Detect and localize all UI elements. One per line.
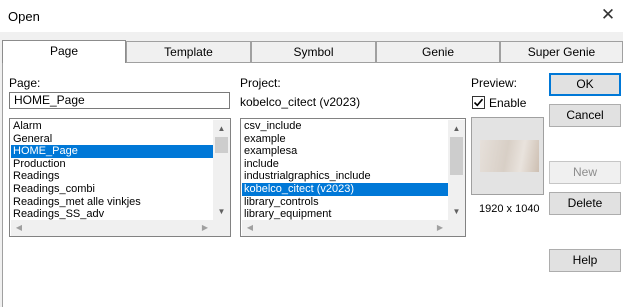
close-icon[interactable]: ✕ <box>599 6 617 24</box>
preview-resolution: 1920 x 1040 <box>479 203 540 215</box>
list-item[interactable]: include <box>242 158 448 171</box>
list-item[interactable]: csv_include <box>242 120 448 133</box>
scroll-thumb[interactable] <box>450 137 463 175</box>
scroll-right-icon[interactable]: ▶ <box>432 220 448 236</box>
enable-label: Enable <box>489 96 527 110</box>
cancel-button[interactable]: Cancel <box>549 104 621 127</box>
list-item[interactable]: Production <box>11 158 213 171</box>
ok-button[interactable]: OK <box>549 73 621 96</box>
list-item[interactable]: Readings_combi <box>11 183 213 196</box>
list-item[interactable]: library_controls <box>242 196 448 209</box>
tab-page[interactable]: Page <box>2 40 126 63</box>
scroll-right-icon[interactable]: ▶ <box>197 220 213 236</box>
scroll-up-icon[interactable]: ▲ <box>448 120 465 137</box>
scroll-corner <box>448 220 465 236</box>
new-button[interactable]: New <box>549 161 621 184</box>
list-item[interactable]: example <box>242 133 448 146</box>
tab-template[interactable]: Template <box>126 41 251 62</box>
list-item[interactable]: kobelco_citect (v2023) <box>242 183 448 196</box>
scroll-down-icon[interactable]: ▼ <box>213 203 230 220</box>
project-list-vscroll[interactable]: ▲ ▼ <box>448 120 465 220</box>
preview-label: Preview: <box>471 76 518 90</box>
scroll-left-icon[interactable]: ◀ <box>242 220 258 236</box>
project-name: kobelco_citect (v2023) <box>240 95 361 109</box>
list-item[interactable]: HOME_Page <box>11 145 213 159</box>
page-list[interactable]: Alarm General HOME_Page Production Readings R… <box>9 118 231 237</box>
list-item[interactable]: Alarm <box>11 120 213 133</box>
checkmark-icon <box>473 98 484 107</box>
preview-image <box>480 140 539 172</box>
help-button[interactable]: Help <box>549 249 621 272</box>
tab-genie[interactable]: Genie <box>376 41 500 62</box>
list-item[interactable]: Readings <box>11 170 213 183</box>
project-label: Project: <box>240 76 281 90</box>
scroll-thumb[interactable] <box>215 137 228 153</box>
page-list-vscroll[interactable]: ▲ ▼ <box>213 120 230 220</box>
title-bar: Open ✕ <box>0 0 623 32</box>
scroll-down-icon[interactable]: ▼ <box>448 203 465 220</box>
page-list-hscroll[interactable]: ◀ ▶ <box>11 220 213 236</box>
page-label: Page: <box>9 76 41 90</box>
tab-symbol[interactable]: Symbol <box>251 41 376 62</box>
window-title: Open <box>8 9 40 24</box>
project-list-hscroll[interactable]: ◀ ▶ <box>242 220 448 236</box>
delete-button[interactable]: Delete <box>549 192 621 215</box>
list-item[interactable]: General <box>11 133 213 146</box>
preview-thumbnail <box>471 117 544 195</box>
page-name-field[interactable]: HOME_Page <box>9 92 230 109</box>
list-item[interactable]: examplesa <box>242 145 448 158</box>
scroll-left-icon[interactable]: ◀ <box>11 220 27 236</box>
scroll-corner <box>213 220 230 236</box>
tab-super-genie[interactable]: Super Genie <box>500 41 623 62</box>
enable-preview-checkbox[interactable] <box>472 96 485 109</box>
scroll-up-icon[interactable]: ▲ <box>213 120 230 137</box>
list-item[interactable]: Readings_met alle vinkjes <box>11 196 213 209</box>
list-item[interactable]: industrialgraphics_include <box>242 170 448 183</box>
project-list[interactable]: csv_include example examplesa include indust… <box>240 118 466 237</box>
